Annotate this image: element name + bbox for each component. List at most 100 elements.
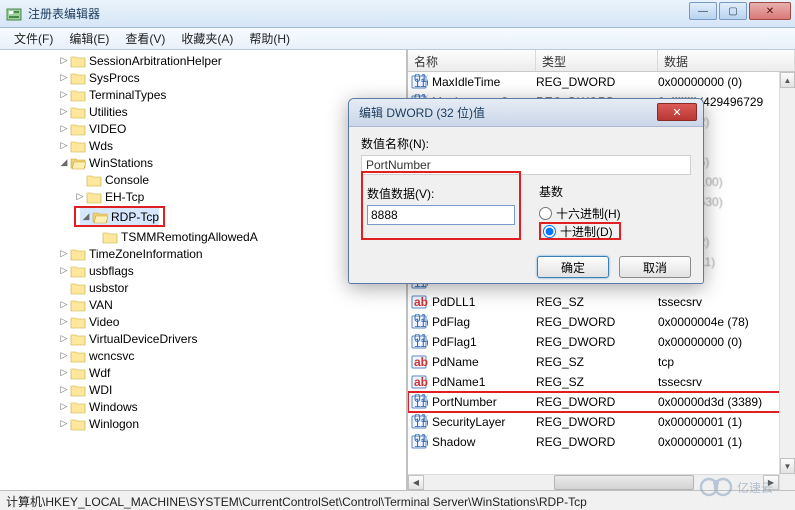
radio-hex-input[interactable] bbox=[539, 207, 552, 220]
menu-help[interactable]: 帮助(H) bbox=[243, 28, 296, 49]
tree-item-video[interactable]: ▷VIDEO bbox=[6, 120, 406, 137]
tree-item-utilities[interactable]: ▷ Utilities bbox=[6, 103, 406, 120]
close-button[interactable]: ✕ bbox=[749, 2, 791, 20]
tree-item-wdi[interactable]: ▷WDI bbox=[6, 381, 406, 398]
expander-icon[interactable]: ▷ bbox=[58, 299, 70, 310]
value-name-label: 数值名称(N): bbox=[361, 135, 691, 152]
expander-icon[interactable]: ▷ bbox=[58, 350, 70, 361]
col-header-data[interactable]: 数据 bbox=[658, 50, 795, 71]
expander-icon[interactable]: ▷ bbox=[58, 401, 70, 412]
folder-closed-icon bbox=[70, 417, 86, 431]
radio-dec[interactable]: 十进制(D) bbox=[539, 222, 621, 240]
col-header-type[interactable]: 类型 bbox=[536, 50, 658, 71]
list-row[interactable]: PortNumberREG_DWORD0x00000d3d (3389) bbox=[408, 392, 795, 412]
value-data: 0x00000000 (0) bbox=[658, 335, 795, 349]
menu-view[interactable]: 查看(V) bbox=[119, 28, 171, 49]
expander-icon[interactable]: ▷ bbox=[58, 72, 70, 83]
expander-icon[interactable]: ▷ bbox=[58, 333, 70, 344]
value-name: PdDLL1 bbox=[432, 295, 536, 309]
folder-closed-icon bbox=[70, 315, 86, 329]
reg-dword-icon bbox=[410, 74, 428, 90]
folder-closed-icon bbox=[70, 122, 86, 136]
tree-item-label: Windows bbox=[89, 400, 138, 414]
tree-item-virtualdevicedrivers[interactable]: ▷VirtualDeviceDrivers bbox=[6, 330, 406, 347]
menu-favorites[interactable]: 收藏夹(A) bbox=[175, 28, 239, 49]
reg-dword-icon bbox=[410, 394, 428, 410]
list-row[interactable]: PdDLL1REG_SZtssecsrv bbox=[408, 292, 795, 312]
expander-icon[interactable]: ▷ bbox=[58, 89, 70, 100]
list-row[interactable]: SecurityLayerREG_DWORD0x00000001 (1) bbox=[408, 412, 795, 432]
list-row[interactable]: PdNameREG_SZtcp bbox=[408, 352, 795, 372]
expander-icon[interactable]: ▷ bbox=[58, 106, 70, 117]
tree-item-label: TerminalTypes bbox=[89, 88, 166, 102]
tree-item-wcncsvc[interactable]: ▷wcncsvc bbox=[6, 347, 406, 364]
expander-icon[interactable]: ▷ bbox=[58, 55, 70, 66]
scroll-up-icon[interactable]: ▲ bbox=[780, 72, 795, 88]
list-row[interactable]: PdName1REG_SZtssecsrv bbox=[408, 372, 795, 392]
radio-hex[interactable]: 十六进制(H) bbox=[539, 204, 621, 222]
expander-icon[interactable]: ▷ bbox=[58, 140, 70, 151]
list-row[interactable]: PdFlag1REG_DWORD0x00000000 (0) bbox=[408, 332, 795, 352]
tree-item-tsmmremotingalloweda[interactable]: TSMMRemotingAllowedA bbox=[6, 228, 406, 245]
menu-edit[interactable]: 编辑(E) bbox=[63, 28, 115, 49]
reg-dword-icon bbox=[410, 414, 428, 430]
cancel-button[interactable]: 取消 bbox=[619, 256, 691, 278]
menu-file[interactable]: 文件(F) bbox=[8, 28, 59, 49]
expander-icon[interactable]: ▷ bbox=[58, 316, 70, 327]
expander-icon[interactable]: ▷ bbox=[74, 191, 86, 202]
list-row[interactable]: MaxIdleTimeREG_DWORD0x00000000 (0) bbox=[408, 72, 795, 92]
col-header-name[interactable]: 名称 bbox=[408, 50, 536, 71]
minimize-button[interactable]: — bbox=[689, 2, 717, 20]
tree-item-eh-tcp[interactable]: ▷EH-Tcp bbox=[6, 188, 406, 205]
maximize-button[interactable]: ▢ bbox=[719, 2, 747, 20]
tree-item-timezoneinformation[interactable]: ▷TimeZoneInformation bbox=[6, 245, 406, 262]
expander-icon[interactable]: ▷ bbox=[58, 265, 70, 276]
vertical-scrollbar[interactable]: ▲ ▼ bbox=[779, 72, 795, 490]
list-row[interactable]: PdFlagREG_DWORD0x0000004e (78) bbox=[408, 312, 795, 332]
expander-icon[interactable]: ◢ bbox=[58, 157, 70, 168]
reg-dword-icon bbox=[410, 334, 428, 350]
tree-item-wdf[interactable]: ▷Wdf bbox=[6, 364, 406, 381]
value-data-input[interactable] bbox=[367, 205, 515, 225]
value-data: 0x00000001 (1) bbox=[658, 415, 795, 429]
tree-item-usbflags[interactable]: ▷ usbflags bbox=[6, 262, 406, 279]
tree-item-usbstor[interactable]: usbstor bbox=[6, 279, 406, 296]
tree-item-terminaltypes[interactable]: ▷ TerminalTypes bbox=[6, 86, 406, 103]
tree-item-winlogon[interactable]: ▷ Winlogon bbox=[6, 415, 406, 432]
expander-icon[interactable]: ◢ bbox=[80, 211, 92, 222]
tree-item-label: Winlogon bbox=[89, 417, 139, 431]
tree-item-label: Utilities bbox=[89, 105, 128, 119]
tree-item-label: Wds bbox=[89, 139, 113, 153]
tree-item-wds[interactable]: ▷ Wds bbox=[6, 137, 406, 154]
tree-item-label: Video bbox=[89, 315, 119, 329]
tree-item-rdp-tcp[interactable]: ◢RDP-Tcp bbox=[80, 208, 159, 225]
scroll-down-icon[interactable]: ▼ bbox=[780, 458, 795, 474]
tree-item-sessionarbitrationhelper[interactable]: ▷SessionArbitrationHelper bbox=[6, 52, 406, 69]
tree-item-label: usbflags bbox=[89, 264, 134, 278]
dialog-title-bar[interactable]: 编辑 DWORD (32 位)值 ✕ bbox=[349, 99, 703, 127]
radio-dec-input[interactable] bbox=[543, 225, 556, 238]
reg-dword-icon bbox=[410, 434, 428, 450]
list-row[interactable]: ShadowREG_DWORD0x00000001 (1) bbox=[408, 432, 795, 452]
expander-icon[interactable]: ▷ bbox=[58, 367, 70, 378]
tree-item-video[interactable]: ▷ Video bbox=[6, 313, 406, 330]
expander-icon[interactable]: ▷ bbox=[58, 248, 70, 259]
expander-icon[interactable]: ▷ bbox=[58, 384, 70, 395]
scroll-left-icon[interactable]: ◀ bbox=[408, 475, 424, 490]
folder-closed-icon bbox=[70, 88, 86, 102]
expander-icon[interactable]: ▷ bbox=[58, 123, 70, 134]
tree-item-winstations[interactable]: ◢WinStations bbox=[6, 154, 406, 171]
ok-button[interactable]: 确定 bbox=[537, 256, 609, 278]
expander-icon[interactable]: ▷ bbox=[58, 418, 70, 429]
tree-item-windows[interactable]: ▷ Windows bbox=[6, 398, 406, 415]
value-name: PortNumber bbox=[432, 395, 536, 409]
tree-item-sysprocs[interactable]: ▷SysProcs bbox=[6, 69, 406, 86]
tree-item-van[interactable]: ▷VAN bbox=[6, 296, 406, 313]
tree-pane[interactable]: ▷SessionArbitrationHelper▷SysProcs▷Termi… bbox=[0, 50, 408, 490]
scroll-thumb[interactable] bbox=[554, 475, 694, 490]
value-type: REG_DWORD bbox=[536, 395, 658, 409]
tree-item-console[interactable]: Console bbox=[6, 171, 406, 188]
value-type: REG_DWORD bbox=[536, 335, 658, 349]
dialog-close-button[interactable]: ✕ bbox=[657, 103, 697, 121]
folder-open-icon bbox=[70, 156, 86, 170]
